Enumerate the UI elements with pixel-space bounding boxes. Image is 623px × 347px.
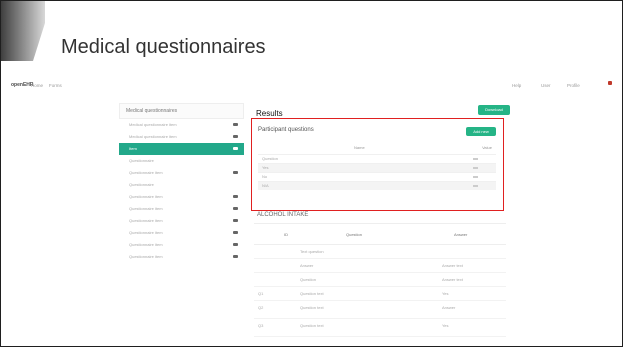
- nav-link-home[interactable]: Home: [31, 83, 43, 88]
- cell-id: Q1: [258, 291, 264, 296]
- section-title: ALCOHOL INTAKE: [257, 212, 309, 218]
- cell-q: Question text: [300, 291, 324, 296]
- sidebar-item[interactable]: Questionnaire item: [119, 191, 244, 203]
- table-row: Answer Answer text: [254, 259, 506, 273]
- sidebar-item-label: Questionnaire item: [129, 254, 163, 259]
- nav-help[interactable]: Help: [512, 83, 521, 88]
- slide-frame: Medical questionnaires openEHR Home Form…: [0, 0, 623, 347]
- sidebar-item[interactable]: Medical questionnaire item: [119, 131, 244, 143]
- table-header: ID Question Answer: [254, 223, 506, 245]
- sidebar-item-label: Questionnaire item: [129, 194, 163, 199]
- sidebar-item[interactable]: Medical questionnaire item: [119, 119, 244, 131]
- sidebar-item-label: Medical questionnaire item: [129, 134, 177, 139]
- sidebar-item[interactable]: Item: [119, 143, 244, 155]
- row-label: Yes: [262, 165, 269, 170]
- row-value-bar: [473, 158, 478, 160]
- corner-gradient: [1, 1, 45, 61]
- row-value-bar: [473, 167, 478, 169]
- col-question: Question: [346, 232, 363, 237]
- row-label: Question: [262, 156, 279, 161]
- item-badge: [233, 123, 238, 126]
- row-label: N/A: [262, 183, 269, 188]
- download-button[interactable]: Download: [478, 105, 510, 115]
- table-row: Q3 Question text Yes: [254, 319, 506, 337]
- item-badge: [233, 147, 238, 150]
- item-badge: [233, 243, 238, 246]
- item-badge: [233, 231, 238, 234]
- highlighted-results-box: Participant questions Add new Name Value…: [251, 118, 504, 211]
- sidebar-item-label: Questionnaire item: [129, 230, 163, 235]
- row-value-bar: [473, 176, 478, 178]
- nav-user[interactable]: User: [541, 83, 551, 88]
- item-badge: [233, 255, 238, 258]
- sidebar-item[interactable]: Questionnaire item: [119, 203, 244, 215]
- sidebar-item[interactable]: Questionnaire item: [119, 239, 244, 251]
- sidebar-item[interactable]: Questionnaire item: [119, 215, 244, 227]
- item-badge: [233, 171, 238, 174]
- box-title: Participant questions: [258, 127, 314, 133]
- sidebar-item[interactable]: Questionnaire item: [119, 167, 244, 179]
- sidebar-item[interactable]: Questionnaire item: [119, 227, 244, 239]
- results-title: Results: [256, 109, 283, 118]
- table-row: No: [258, 172, 496, 181]
- item-badge: [233, 207, 238, 210]
- sidebar-item-label: Questionnaire: [129, 182, 154, 187]
- nav-link-forms[interactable]: Forms: [49, 83, 62, 88]
- table-row: Question: [258, 154, 496, 163]
- nav-profile[interactable]: Profile: [567, 83, 580, 88]
- cell-q: Question text: [300, 323, 324, 328]
- item-badge: [233, 195, 238, 198]
- cell-id: Q3: [258, 323, 264, 328]
- sidebar-item[interactable]: Questionnaire: [119, 179, 244, 191]
- sidebar-item-label: Questionnaire: [129, 158, 154, 163]
- sidebar-item-label: Medical questionnaire item: [129, 122, 177, 127]
- notification-icon[interactable]: [608, 81, 612, 85]
- results-table: ID Question Answer Text question Answer An…: [254, 223, 506, 337]
- row-value-bar: [473, 185, 478, 187]
- table-row: Text question: [254, 245, 506, 259]
- sidebar-item-label: Item: [129, 146, 137, 151]
- sidebar-header: Medical questionnaires: [119, 103, 244, 119]
- table-row: Question Answer text: [254, 273, 506, 287]
- slide-header: Medical questionnaires: [1, 1, 622, 67]
- cell-q: Answer: [300, 263, 314, 268]
- sidebar-item[interactable]: Questionnaire item: [119, 251, 244, 263]
- col-id: ID: [284, 232, 288, 237]
- box-table-header: Name Value: [258, 145, 496, 152]
- table-row: Yes: [258, 163, 496, 172]
- sidebar-item-label: Questionnaire item: [129, 170, 163, 175]
- item-badge: [233, 219, 238, 222]
- table-row: N/A: [258, 181, 496, 190]
- cell-a: Answer text: [442, 263, 463, 268]
- sidebar-item-label: Questionnaire item: [129, 242, 163, 247]
- questionnaire-sidebar: Medical questionnaires Medical questionn…: [119, 103, 244, 346]
- item-badge: [233, 135, 238, 138]
- cell-a: Answer text: [442, 277, 463, 282]
- add-new-button[interactable]: Add new: [466, 127, 496, 136]
- sidebar-item-label: Questionnaire item: [129, 206, 163, 211]
- table-row: Q2 Question text Answer: [254, 301, 506, 319]
- cell-a: Yes: [442, 323, 449, 328]
- col-answer: Answer: [454, 232, 468, 237]
- cell-id: Q2: [258, 305, 264, 310]
- row-label: No: [262, 174, 268, 179]
- cell-q: Question text: [300, 305, 324, 310]
- cell-q: Question: [300, 277, 317, 282]
- col-name: Name: [354, 145, 365, 150]
- cell-q: Text question: [300, 249, 324, 254]
- table-row: Q1 Question text Yes: [254, 287, 506, 301]
- cell-a: Answer: [442, 305, 456, 310]
- questionnaire-list: Medical questionnaire item Medical questi…: [119, 119, 244, 263]
- slide-title: Medical questionnaires: [61, 36, 266, 58]
- sidebar-item-label: Questionnaire item: [129, 218, 163, 223]
- col-value: Value: [482, 145, 492, 150]
- top-nav: openEHR Home Forms Help User Profile: [1, 79, 622, 97]
- table-body: Text question Answer Answer text Question An…: [254, 245, 506, 337]
- cell-a: Yes: [442, 291, 449, 296]
- sidebar-item[interactable]: Questionnaire: [119, 155, 244, 167]
